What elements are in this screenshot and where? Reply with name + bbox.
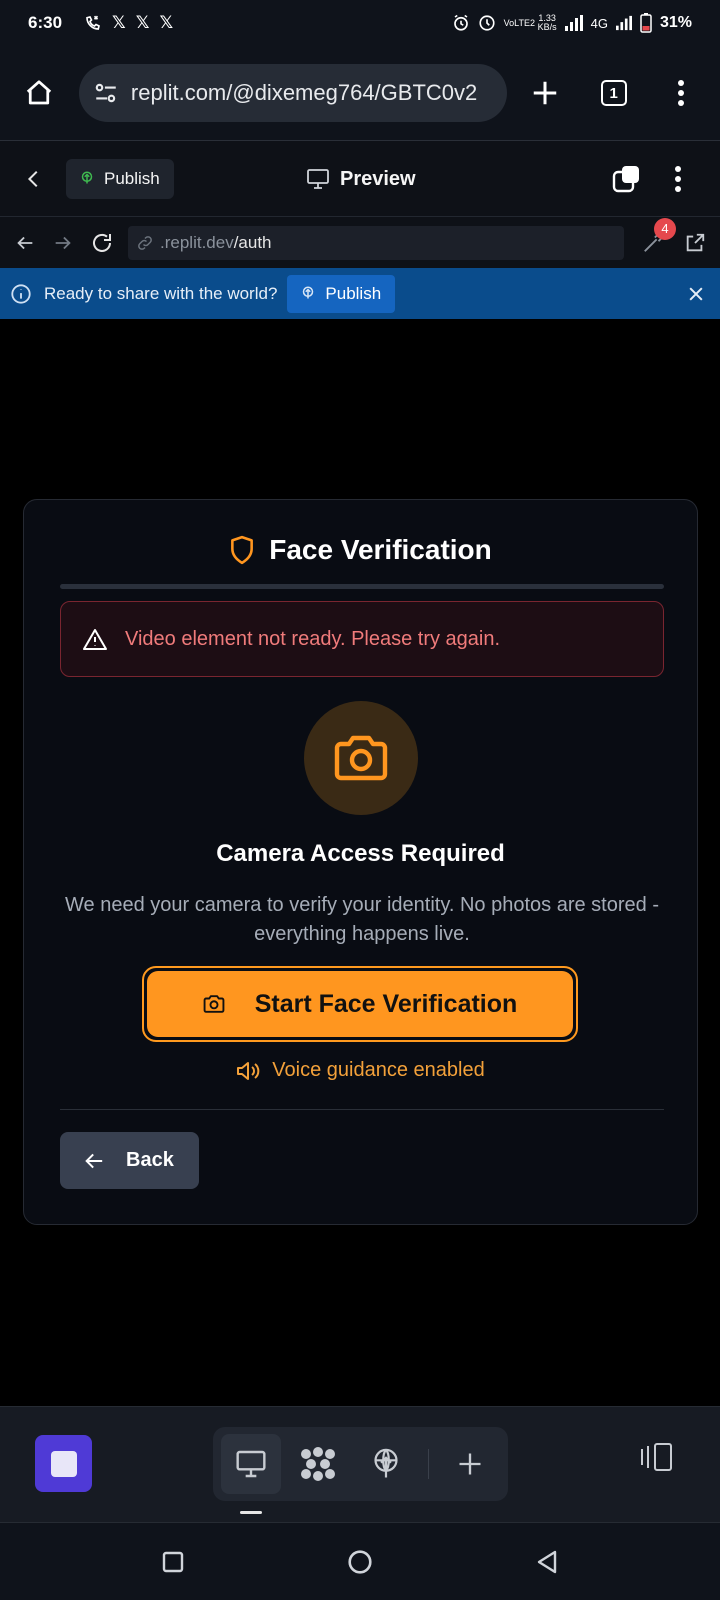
devtools-badge: 4 — [654, 217, 676, 240]
preview-tab[interactable]: Preview — [306, 141, 416, 217]
pane-menu-button[interactable] — [654, 155, 702, 203]
start-face-verification-button[interactable]: Start Face Verification — [142, 966, 578, 1042]
stop-icon — [50, 1450, 77, 1477]
replit-bottom-toolbar — [0, 1406, 720, 1522]
layout-toggle-icon[interactable] — [638, 1441, 674, 1473]
status-bar: 6:30 𝕏 𝕏 𝕏 VoLTE2 1.33 KB/s 4G 31% — [0, 0, 720, 46]
replit-header: Publish Preview — [0, 140, 720, 216]
reload-icon[interactable] — [86, 227, 118, 259]
status-time: 6:30 — [28, 13, 63, 32]
monitor-icon — [306, 168, 330, 190]
nav-back-icon[interactable] — [10, 228, 40, 258]
x-app-icon: 𝕏 — [135, 13, 150, 32]
active-tab-indicator — [240, 1511, 262, 1514]
home-nav-button[interactable] — [347, 1549, 373, 1575]
preview-label: Preview — [340, 167, 416, 190]
new-tab-layers-button[interactable] — [602, 155, 650, 203]
signal-icon — [564, 15, 583, 31]
start-button-label: Start Face Verification — [254, 989, 518, 1018]
shield-icon — [229, 535, 255, 565]
error-alert: Video element not ready. Please try agai… — [60, 601, 664, 677]
camera-icon — [203, 994, 225, 1014]
publish-label: Publish — [104, 168, 160, 188]
voice-guidance-text: Voice guidance enabled — [272, 1059, 485, 1081]
camera-description: We need your camera to verify your ident… — [65, 894, 659, 945]
open-external-icon[interactable] — [680, 228, 710, 258]
arrow-left-icon — [84, 1152, 104, 1170]
separator — [427, 1449, 429, 1479]
preview-address-row: .replit.dev/auth 4 — [0, 216, 720, 268]
deploy-tool-button[interactable] — [356, 1434, 416, 1494]
back-label: Back — [126, 1149, 174, 1171]
volte-indicator: VoLTE2 — [503, 17, 535, 28]
url-text[interactable]: replit.com/@dixemeg764/GBTC0v2 — [131, 80, 477, 106]
banner-text: Ready to share with the world? — [44, 283, 278, 303]
info-icon — [10, 283, 32, 305]
publish-icon — [299, 284, 317, 304]
url-path: /auth — [233, 232, 272, 252]
camera-icon — [333, 734, 389, 782]
face-verification-card: Face Verification Video element not read… — [23, 499, 698, 1225]
home-button[interactable] — [16, 69, 63, 117]
site-settings-icon[interactable] — [93, 80, 119, 106]
close-icon[interactable] — [686, 284, 706, 304]
title-text: Face Verification — [269, 534, 492, 565]
recent-apps-button[interactable] — [161, 1550, 185, 1574]
verification-progress-bar — [60, 584, 664, 589]
stop-run-button[interactable] — [35, 1435, 92, 1492]
link-icon — [136, 234, 154, 252]
back-nav-button[interactable] — [535, 1549, 559, 1575]
x-app-icon: 𝕏 — [159, 13, 174, 32]
card-title: Face Verification — [24, 534, 697, 566]
voice-guidance-indicator: Voice guidance enabled — [24, 1059, 697, 1082]
banner-publish-button[interactable]: Publish — [287, 274, 396, 313]
url-bar[interactable]: replit.com/@dixemeg764/GBTC0v2 — [78, 64, 508, 122]
error-message: Video element not ready. Please try agai… — [125, 627, 501, 650]
publish-button[interactable]: Publish — [66, 158, 174, 199]
preview-url-field[interactable]: .replit.dev/auth — [128, 225, 624, 260]
url-domain: .replit.dev — [160, 232, 234, 252]
tab-switcher-button[interactable]: 1 — [590, 69, 637, 117]
missed-call-icon — [84, 14, 102, 32]
back-chevron-button[interactable] — [16, 155, 52, 203]
browser-menu-button[interactable] — [657, 69, 704, 117]
preview-tool-button[interactable] — [221, 1434, 281, 1494]
camera-illustration — [304, 701, 418, 815]
tool-group — [213, 1427, 508, 1501]
publish-icon — [78, 169, 96, 189]
battery-icon — [640, 13, 652, 33]
speaker-icon — [236, 1060, 260, 1082]
banner-publish-label: Publish — [325, 283, 382, 303]
tab-count: 1 — [600, 80, 627, 106]
divider — [60, 1109, 664, 1110]
x-app-icon: 𝕏 — [112, 13, 126, 32]
network-type: 4G — [590, 15, 608, 31]
add-tool-button[interactable] — [440, 1434, 500, 1494]
data-saver-icon — [478, 14, 496, 32]
signal-icon-2 — [615, 15, 632, 31]
devtools-button[interactable]: 4 — [638, 217, 676, 258]
battery-percent: 31% — [659, 14, 692, 31]
camera-heading: Camera Access Required — [216, 840, 505, 867]
new-tab-button[interactable] — [521, 69, 568, 117]
back-button[interactable]: Back — [60, 1132, 199, 1189]
agent-tool-button[interactable] — [289, 1434, 349, 1494]
net-speed: 1.33 KB/s — [537, 13, 557, 32]
publish-banner: Ready to share with the world? Publish — [0, 268, 720, 319]
system-nav-bar — [0, 1522, 720, 1600]
alarm-icon — [452, 14, 470, 32]
browser-toolbar: replit.com/@dixemeg764/GBTC0v2 1 — [0, 46, 720, 140]
nav-forward-icon[interactable] — [48, 228, 78, 258]
warning-icon — [83, 628, 107, 650]
